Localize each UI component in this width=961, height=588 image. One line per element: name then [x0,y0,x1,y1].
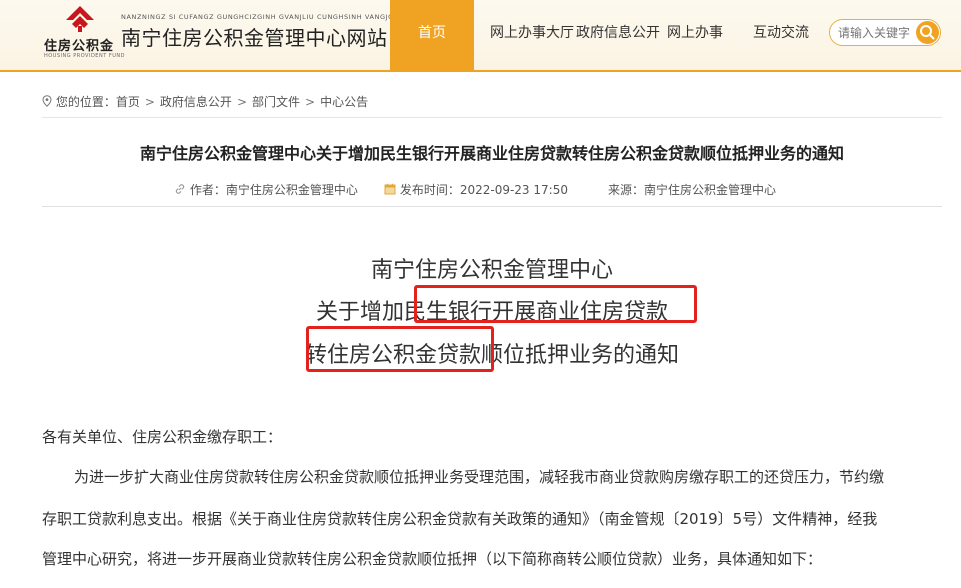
breadcrumb-separator-icon: > [236,95,247,109]
calendar-icon [384,183,396,195]
article-title: 南宁住房公积金管理中心关于增加民生银行开展商业住房贷款转住房公积金贷款顺位抵押业… [139,144,844,163]
location-pin-icon [42,95,52,107]
search-box [829,19,941,46]
article-author: 作者：南宁住房公积金管理中心 [174,181,358,198]
meta-divider [42,206,942,207]
housing-fund-logo-icon[interactable] [54,4,106,34]
highlight-box [306,326,494,372]
breadcrumb-center-notice[interactable]: 中心公告 [320,93,368,110]
article-publish-time: 发布时间：2022-09-23 17:50 [384,181,568,198]
breadcrumb-divider [42,117,942,118]
breadcrumb-separator-icon: > [305,95,316,109]
breadcrumb-separator-icon: > [144,95,155,109]
body-paragraph: 存职工贷款利息支出。根据《关于商业住房贷款转住房公积金贷款有关政策的通知》（南金… [42,510,878,528]
article-source: 来源：南宁住房公积金管理中心 [608,183,777,197]
author-text: 作者：南宁住房公积金管理中心 [189,183,358,197]
nav-interaction[interactable]: 互动交流 [746,0,816,70]
logo-subtext: HOUSING PROVIDENT FUND [44,53,125,59]
search-input[interactable] [838,24,914,42]
search-icon [920,25,935,40]
nav-gov-info[interactable]: 政府信息公开 [568,0,668,70]
heading-line-1: 南宁住房公积金管理中心 [370,258,613,283]
breadcrumb: 您的位置：首页 > 政府信息公开 > 部门文件 > 中心公告 [42,93,368,110]
highlight-box [414,285,697,323]
link-icon [175,184,185,194]
body-paragraph: 为进一步扩大商业住房贷款转住房公积金贷款顺位抵押业务受理范围，减轻我市商业贷款购… [74,468,885,486]
site-pinyin: NANZNINGZ SI CUFANGZ GUNGHCIZGINH GVANJL… [121,13,404,21]
nav-online-hall[interactable]: 网上办事大厅 [482,0,582,70]
breadcrumb-dept-docs[interactable]: 部门文件 [252,93,300,110]
salutation: 各有关单位、住房公积金缴存职工： [42,428,283,446]
site-header: 住房公积金 HOUSING PROVIDENT FUND NANZNINGZ S… [0,0,961,72]
logo-text: 住房公积金 [44,39,115,54]
body-paragraph: 管理中心研究，将进一步开展商业贷款转住房公积金贷款顺位抵押（以下简称商转公顺位贷… [42,550,823,568]
nav-online-service[interactable]: 网上办事 [660,0,730,70]
search-button[interactable] [916,21,939,44]
breadcrumb-gov-info[interactable]: 政府信息公开 [160,93,232,110]
site-title[interactable]: 南宁住房公积金管理中心网站 [121,22,388,51]
breadcrumb-prefix: 您的位置： [55,95,116,109]
nav-home[interactable]: 首页 [390,0,474,70]
publish-time-text: 发布时间：2022-09-23 17:50 [399,183,568,197]
breadcrumb-home[interactable]: 首页 [116,93,140,110]
